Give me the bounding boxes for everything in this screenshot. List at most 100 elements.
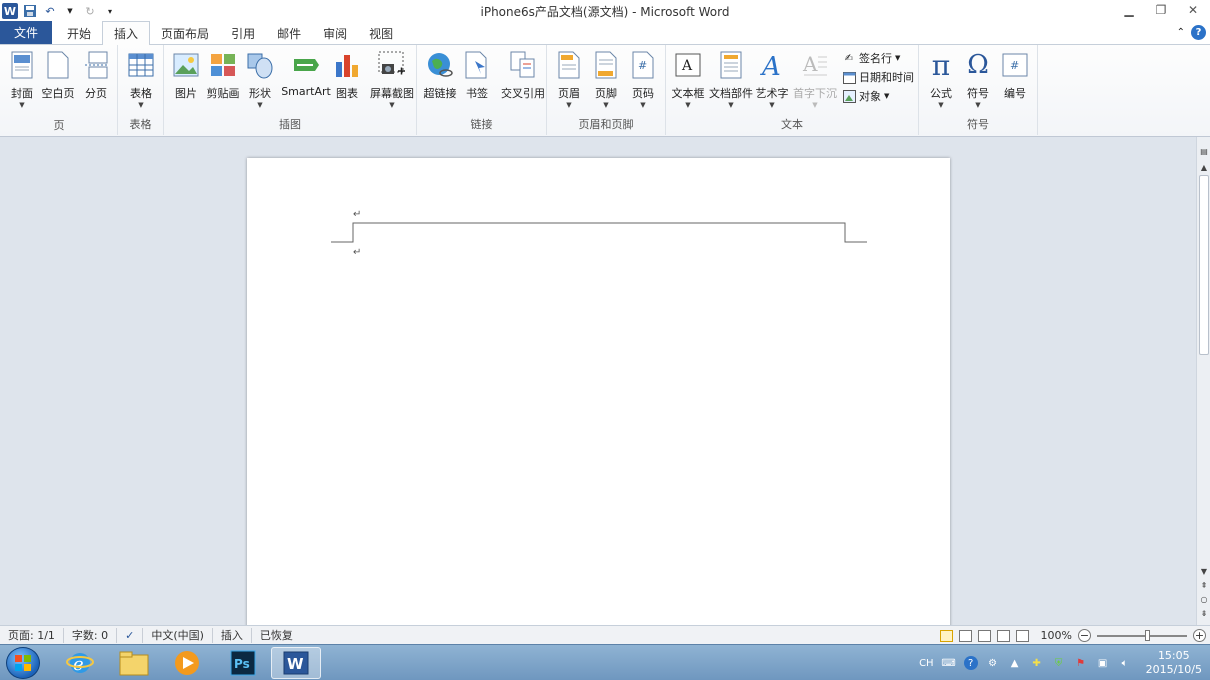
save-icon[interactable] [22, 3, 38, 19]
keyboard-icon[interactable]: ⌨ [941, 656, 955, 670]
taskbar-internet-explorer[interactable]: e [55, 647, 105, 679]
table-button[interactable]: 表格 ▼ [121, 49, 161, 109]
wordart-button[interactable]: A 艺术字 ▼ [752, 49, 792, 109]
omega-icon: Ω [967, 50, 989, 80]
page-break-button[interactable]: 分页 [76, 49, 116, 101]
object-button[interactable]: 对象 ▼ [842, 88, 889, 104]
page-count[interactable]: 页面: 1/1 [0, 627, 64, 643]
redo-icon[interactable]: ↻ [82, 3, 98, 19]
paragraph-mark: ↵ [353, 247, 362, 258]
help-icon[interactable]: ? [1191, 25, 1206, 40]
full-screen-reading-icon[interactable] [958, 629, 972, 642]
text-box-button[interactable]: A 文本框 ▼ [668, 49, 708, 109]
security-shield-icon[interactable]: ⛨ [1052, 656, 1066, 670]
group-header-footer: 页眉 ▼ 页脚 ▼ # 页码 ▼ 页眉和页脚 [547, 45, 666, 135]
scroll-up-icon[interactable]: ▲ [1197, 161, 1210, 173]
taskbar-clock[interactable]: 15:05 2015/10/5 [1146, 649, 1202, 677]
chevron-down-icon: ▼ [603, 101, 609, 109]
chevron-down-icon: ▼ [566, 101, 572, 109]
restore-icon[interactable]: ❐ [1150, 2, 1172, 18]
document-workspace: ↵ ↵ [0, 137, 1196, 625]
vertical-scrollbar[interactable]: ▤ ▲ ▼ ⇞ ○ ⇟ [1196, 137, 1210, 625]
tray-app-plus-icon[interactable]: ✚ [1030, 656, 1044, 670]
taskbar-file-explorer[interactable] [109, 647, 159, 679]
globe-link-icon [425, 49, 455, 81]
quick-parts-button[interactable]: 文档部件 ▼ [708, 49, 754, 109]
tab-view[interactable]: 视图 [358, 22, 404, 44]
footer-icon [591, 49, 621, 81]
screenshot-button[interactable]: 屏幕截图 ▼ [368, 49, 416, 109]
number-button[interactable]: # 编号 [995, 49, 1035, 101]
settings-tray-icon[interactable]: ⚙ [986, 656, 1000, 670]
start-button[interactable] [6, 647, 40, 679]
network-icon[interactable]: ▣ [1096, 656, 1110, 670]
zoom-out-icon[interactable]: − [1078, 629, 1091, 642]
page-number-button[interactable]: # 页码 ▼ [623, 49, 663, 109]
draft-view-icon[interactable] [1015, 629, 1029, 642]
proofing-icon[interactable]: ✓ [117, 627, 144, 643]
next-page-icon[interactable]: ⇟ [1197, 607, 1210, 619]
taskbar-media-player[interactable] [162, 647, 212, 679]
minimize-ribbon-icon[interactable]: ⌃ [1177, 27, 1185, 38]
ruler-toggle-icon[interactable]: ▤ [1197, 145, 1210, 157]
tab-file[interactable]: 文件 [0, 21, 53, 44]
bookmark-button[interactable]: 书签 [457, 49, 497, 101]
zoom-in-icon[interactable]: + [1193, 629, 1206, 642]
word-app-icon[interactable]: W [2, 3, 18, 19]
scroll-down-icon[interactable]: ▼ [1197, 565, 1210, 577]
clipart-button[interactable]: 剪贴画 [203, 49, 243, 101]
date-time-button[interactable]: 日期和时间 [842, 69, 914, 85]
picture-button[interactable]: 图片 [166, 49, 206, 101]
close-icon[interactable]: ✕ [1182, 2, 1204, 18]
insert-mode[interactable]: 插入 [213, 627, 252, 643]
equation-button[interactable]: π 公式 ▼ [921, 49, 961, 110]
tab-mailings[interactable]: 邮件 [266, 22, 312, 44]
word-count[interactable]: 字数: 0 [64, 627, 118, 643]
tab-references[interactable]: 引用 [220, 22, 266, 44]
chart-button[interactable]: 图表 [327, 49, 367, 101]
tabs-right-controls: ⌃ ? [1177, 25, 1206, 40]
chevron-down-icon: ▼ [895, 54, 901, 62]
zoom-slider[interactable] [1097, 629, 1187, 641]
status-bar: 页面: 1/1 字数: 0 ✓ 中文(中国) 插入 已恢复 100% − + [0, 625, 1210, 644]
customize-qat-icon[interactable]: ▾ [102, 3, 118, 19]
cover-page-button[interactable]: 封面 ▼ [2, 49, 42, 109]
chevron-down-icon: ▼ [728, 101, 734, 109]
language-indicator[interactable]: 中文(中国) [143, 627, 213, 643]
taskbar-word[interactable]: W [271, 647, 321, 679]
zoom-slider-knob[interactable] [1145, 629, 1150, 641]
hyperlink-button[interactable]: 超链接 [420, 49, 460, 101]
volume-icon[interactable]: 🔈︎ [1118, 656, 1132, 670]
print-layout-icon[interactable] [939, 629, 953, 642]
cross-reference-button[interactable]: 交叉引用 [499, 49, 547, 101]
tab-home[interactable]: 开始 [56, 22, 102, 44]
outline-view-icon[interactable] [996, 629, 1010, 642]
taskbar-photoshop[interactable]: Ps [218, 647, 268, 679]
minimize-icon[interactable]: ▁ [1118, 2, 1140, 18]
undo-icon[interactable]: ↶ [42, 3, 58, 19]
undo-dropdown-icon[interactable]: ▼ [62, 3, 78, 19]
input-language[interactable]: CH [919, 658, 934, 669]
previous-page-icon[interactable]: ⇞ [1197, 579, 1210, 591]
document-page[interactable]: ↵ ↵ [247, 158, 950, 625]
smartart-button[interactable]: SmartArt [281, 49, 331, 98]
action-center-flag-icon[interactable]: ⚑ [1074, 656, 1088, 670]
web-layout-icon[interactable] [977, 629, 991, 642]
svg-text:Ps: Ps [234, 657, 250, 671]
blank-page-button[interactable]: 空白页 [38, 49, 78, 101]
zoom-level[interactable]: 100% [1041, 629, 1072, 642]
browse-object-icon[interactable]: ○ [1197, 593, 1210, 605]
shapes-button[interactable]: 形状 ▼ [240, 49, 280, 109]
header-button[interactable]: 页眉 ▼ [549, 49, 589, 109]
tab-page-layout[interactable]: 页面布局 [150, 22, 220, 44]
footer-button[interactable]: 页脚 ▼ [586, 49, 626, 109]
drop-cap-button[interactable]: A 首字下沉 ▼ [792, 49, 838, 109]
scroll-thumb[interactable] [1199, 175, 1209, 355]
show-hidden-icons[interactable]: ▲ [1008, 656, 1022, 670]
tab-insert[interactable]: 插入 [102, 21, 151, 45]
signature-line-button[interactable]: ✍ 签名行 ▼ [842, 50, 901, 66]
status-right: 100% − + [939, 626, 1206, 645]
symbol-button[interactable]: Ω 符号 ▼ [958, 49, 998, 109]
tab-review[interactable]: 审阅 [312, 22, 358, 44]
help-tray-icon[interactable]: ? [963, 656, 978, 670]
